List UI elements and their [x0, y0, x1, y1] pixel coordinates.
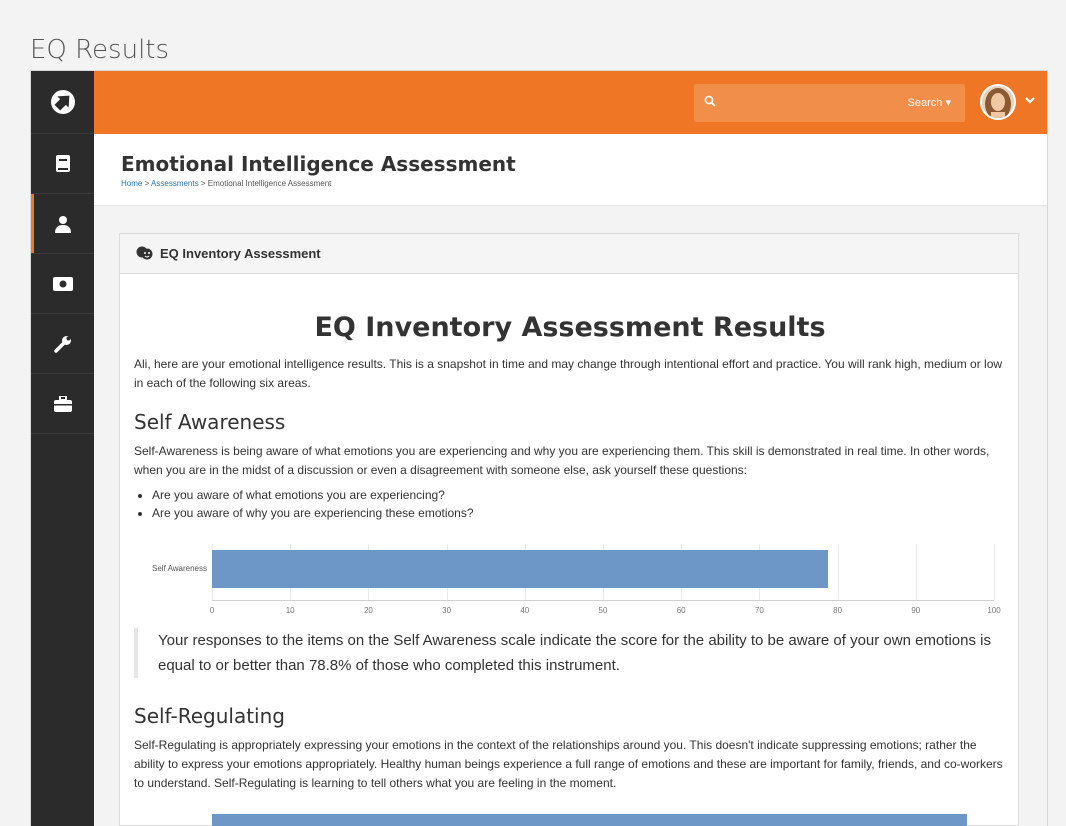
chart-tick-label: 0	[209, 606, 215, 615]
theater-masks-icon	[136, 246, 153, 260]
wrench-icon	[53, 335, 71, 353]
top-bar: Search ▾	[94, 71, 1047, 134]
search-type-dropdown[interactable]: Search ▾	[908, 96, 951, 109]
breadcrumb-assessments[interactable]: Assessments	[151, 179, 199, 188]
list-item: Are you aware of why you are experiencin…	[152, 504, 474, 522]
chart-tick-label: 50	[598, 606, 608, 615]
list-item: Are you aware of what emotions you are e…	[152, 486, 474, 504]
chart-tick-label: 40	[520, 606, 530, 615]
eq-panel: EQ Inventory Assessment EQ Inventory Ass…	[119, 233, 1019, 826]
self-awareness-heading: Self Awareness	[134, 410, 286, 434]
page-title: Emotional Intelligence Assessment	[121, 152, 516, 176]
search-input[interactable]: Search ▾	[694, 84, 965, 122]
sidebar-item-people[interactable]	[31, 194, 94, 254]
chevron-down-icon[interactable]	[1024, 95, 1036, 105]
rock-logo-icon	[50, 90, 75, 114]
breadcrumb-current: Emotional Intelligence Assessment	[207, 179, 332, 188]
intro-text: Ali, here are your emotional intelligenc…	[134, 357, 1003, 390]
sidebar	[31, 71, 94, 826]
page-header: Emotional Intelligence Assessment Home >…	[94, 134, 1047, 206]
chart-tick-label: 70	[754, 606, 764, 615]
avatar[interactable]	[980, 84, 1016, 120]
outer-page-title: EQ Results	[30, 35, 170, 65]
breadcrumb: Home > Assessments > Emotional Intellige…	[121, 179, 331, 188]
breadcrumb-home[interactable]: Home	[121, 179, 142, 188]
logo[interactable]	[31, 71, 94, 134]
self-regulating-description: Self-Regulating is appropriately express…	[134, 738, 1003, 790]
sidebar-item-content[interactable]	[31, 134, 94, 194]
chart-axis	[212, 600, 994, 601]
chart-tick-label: 80	[833, 606, 843, 615]
chart-tick-label: 20	[363, 606, 373, 615]
panel-header: EQ Inventory Assessment	[120, 234, 1018, 274]
money-icon	[52, 276, 73, 291]
breadcrumb-separator: >	[200, 179, 206, 188]
chart-tick-label: 10	[285, 606, 295, 615]
self-awareness-questions: Are you aware of what emotions you are e…	[152, 486, 474, 522]
chart-gridline	[994, 544, 995, 600]
briefcase-icon	[53, 395, 72, 412]
self-awareness-chart: Self Awareness 0 10 20 30 40 50 60 70 80 90 100	[134, 544, 1004, 624]
chart-gridline	[915, 544, 917, 600]
results-title: EQ Inventory Assessment Results	[314, 312, 826, 343]
chart-category-label: Self Awareness	[152, 564, 207, 573]
user-icon	[54, 215, 71, 233]
search-icon	[704, 95, 716, 107]
self-awareness-description: Self-Awareness is being aware of what em…	[134, 444, 990, 477]
self-regulating-chart-bar	[212, 814, 967, 826]
chart-tick-label: 60	[676, 606, 686, 615]
sidebar-item-tools[interactable]	[31, 314, 94, 374]
chart-tick-label: 90	[911, 606, 921, 615]
panel-title: EQ Inventory Assessment	[160, 246, 321, 261]
chart-tick-label: 100	[987, 606, 1001, 615]
book-icon	[55, 155, 70, 172]
breadcrumb-separator: >	[144, 179, 150, 188]
user-photo	[982, 86, 1014, 118]
chart-tick-label: 30	[442, 606, 452, 615]
sidebar-item-admin[interactable]	[31, 374, 94, 434]
self-awareness-summary: Your responses to the items on the Self …	[134, 628, 1004, 678]
sidebar-item-finance[interactable]	[31, 254, 94, 314]
self-regulating-heading: Self-Regulating	[134, 704, 285, 728]
chart-bar	[212, 550, 829, 588]
chart-gridline	[837, 544, 839, 600]
